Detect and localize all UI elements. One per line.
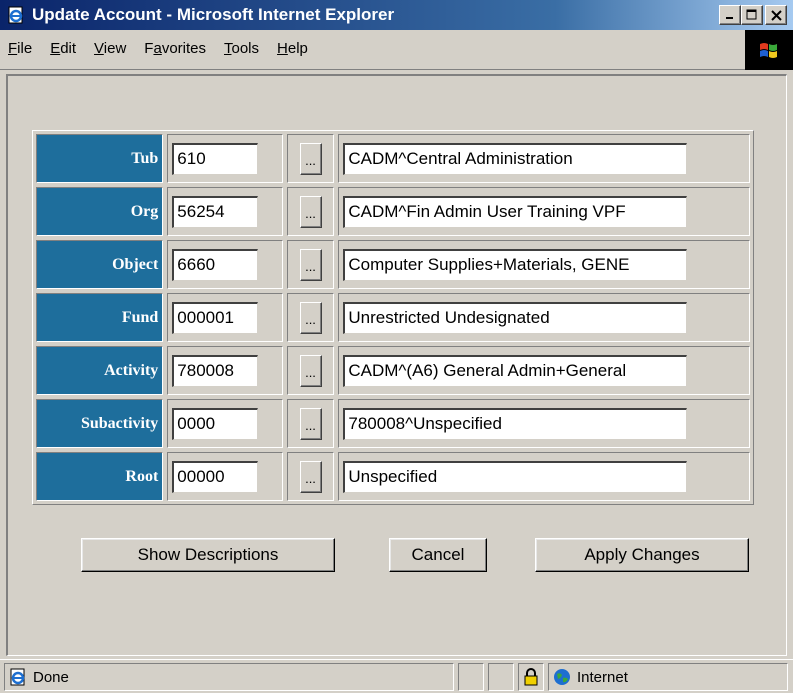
menu-file[interactable]: File <box>8 40 32 57</box>
org-lookup-button[interactable]: ... <box>299 195 322 228</box>
field-label: Subactivity <box>36 399 164 448</box>
field-row-tub: Tub 610 ... CADM^Central Administration <box>34 132 752 185</box>
status-text-pane: Done <box>4 663 454 691</box>
tub-code-input[interactable]: 610 <box>172 142 259 175</box>
lock-icon <box>523 668 539 686</box>
object-description-field[interactable]: Computer Supplies+Materials, GENE <box>343 248 688 281</box>
maximize-button[interactable] <box>741 5 763 25</box>
status-pane-empty-2 <box>488 663 514 691</box>
field-label: Fund <box>36 293 164 342</box>
page-content: Tub 610 ... CADM^Central Administration … <box>6 74 787 656</box>
security-zone-pane: Internet <box>548 663 788 691</box>
account-fields-table: Tub 610 ... CADM^Central Administration … <box>32 130 754 505</box>
close-button[interactable] <box>765 5 787 25</box>
object-code-input[interactable]: 6660 <box>172 248 259 281</box>
field-row-root: Root 00000 ... Unspecified <box>34 450 752 503</box>
ie-page-icon <box>6 5 26 25</box>
fund-lookup-button[interactable]: ... <box>299 301 322 334</box>
org-code-input[interactable]: 56254 <box>172 195 259 228</box>
apply-changes-button[interactable]: Apply Changes <box>535 538 749 572</box>
field-row-fund: Fund 000001 ... Unrestricted Undesignate… <box>34 291 752 344</box>
menu-bar: File Edit View Favorites Tools Help <box>0 30 793 70</box>
field-row-activity: Activity 780008 ... CADM^(A6) General Ad… <box>34 344 752 397</box>
menu-tools[interactable]: Tools <box>224 40 259 57</box>
field-row-org: Org 56254 ... CADM^Fin Admin User Traini… <box>34 185 752 238</box>
minimize-button[interactable] <box>719 5 741 25</box>
root-code-input[interactable]: 00000 <box>172 460 259 493</box>
subactivity-code-input[interactable]: 0000 <box>172 407 259 440</box>
done-page-icon <box>9 668 27 686</box>
menu-edit[interactable]: Edit <box>50 40 76 57</box>
root-description-field[interactable]: Unspecified <box>343 460 688 493</box>
tub-lookup-button[interactable]: ... <box>299 142 322 175</box>
status-text: Done <box>33 668 69 686</box>
activity-code-input[interactable]: 780008 <box>172 354 259 387</box>
subactivity-lookup-button[interactable]: ... <box>299 407 322 440</box>
field-label: Org <box>36 187 164 236</box>
tub-description-field[interactable]: CADM^Central Administration <box>343 142 688 175</box>
fund-description-field[interactable]: Unrestricted Undesignated <box>343 301 688 334</box>
activity-lookup-button[interactable]: ... <box>299 354 322 387</box>
window-title: Update Account - Microsoft Internet Expl… <box>32 5 395 24</box>
status-bar: Done Internet <box>0 659 793 693</box>
field-label: Activity <box>36 346 164 395</box>
object-lookup-button[interactable]: ... <box>299 248 322 281</box>
windows-logo-icon <box>745 30 793 70</box>
menu-favorites[interactable]: Favorites <box>144 40 206 57</box>
show-descriptions-button[interactable]: Show Descriptions <box>81 538 335 572</box>
title-bar[interactable]: Update Account - Microsoft Internet Expl… <box>0 0 793 30</box>
cancel-button[interactable]: Cancel <box>389 538 487 572</box>
menu-view[interactable]: View <box>94 40 126 57</box>
field-label: Object <box>36 240 164 289</box>
field-label: Tub <box>36 134 164 183</box>
menu-help[interactable]: Help <box>277 40 308 57</box>
field-row-object: Object 6660 ... Computer Supplies+Materi… <box>34 238 752 291</box>
status-pane-empty-1 <box>458 663 484 691</box>
org-description-field[interactable]: CADM^Fin Admin User Training VPF <box>343 195 688 228</box>
globe-icon <box>553 668 571 686</box>
field-row-subactivity: Subactivity 0000 ... 780008^Unspecified <box>34 397 752 450</box>
activity-description-field[interactable]: CADM^(A6) General Admin+General <box>343 354 688 387</box>
subactivity-description-field[interactable]: 780008^Unspecified <box>343 407 688 440</box>
root-lookup-button[interactable]: ... <box>299 460 322 493</box>
fund-code-input[interactable]: 000001 <box>172 301 259 334</box>
lock-pane <box>518 663 544 691</box>
field-label: Root <box>36 452 164 501</box>
zone-text: Internet <box>577 668 628 686</box>
